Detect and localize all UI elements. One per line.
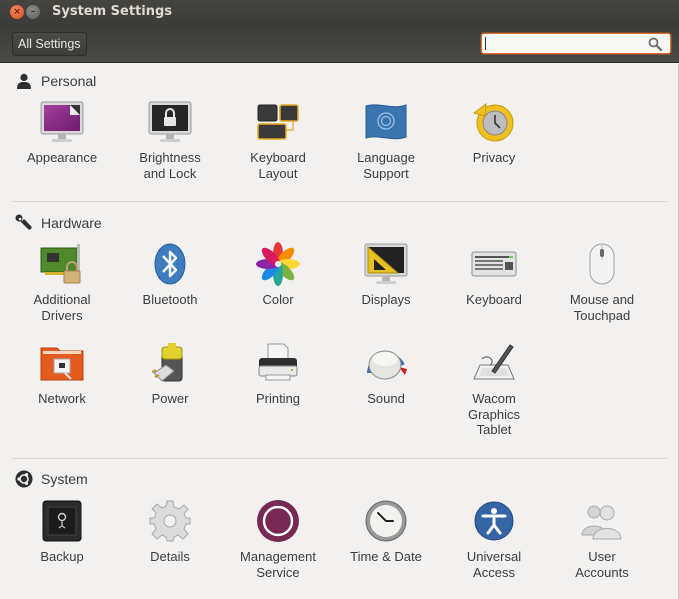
gear-icon xyxy=(146,497,194,545)
settings-item-user-accounts[interactable]: User Accounts xyxy=(548,497,656,580)
settings-item-label: Backup xyxy=(40,549,84,564)
displays-icon xyxy=(362,240,410,288)
settings-item-bluetooth[interactable]: Bluetooth xyxy=(116,240,224,308)
settings-item-label: Sound xyxy=(367,391,405,406)
settings-item-mouse-touchpad[interactable]: Mouse and Touchpad xyxy=(548,240,656,323)
settings-item-sound[interactable]: Sound xyxy=(332,339,440,407)
close-window-button[interactable]: × xyxy=(10,5,24,19)
settings-item-backup[interactable]: Backup xyxy=(8,497,116,565)
settings-item-keyboard[interactable]: Keyboard xyxy=(440,240,548,308)
settings-item-power[interactable]: Power xyxy=(116,339,224,407)
settings-item-label: Printing xyxy=(255,391,301,406)
users-icon xyxy=(578,497,626,545)
text-caret xyxy=(485,37,486,50)
settings-item-label: Brightness and Lock xyxy=(139,150,201,181)
settings-item-label: Management Service xyxy=(240,549,316,580)
section-title: Personal xyxy=(41,73,97,89)
settings-item-label: Details xyxy=(150,549,190,564)
minimize-window-button[interactable]: – xyxy=(26,5,40,19)
settings-item-label: Privacy xyxy=(472,150,516,165)
search-box[interactable] xyxy=(481,33,671,55)
title-bar: × – System Settings xyxy=(0,0,679,25)
settings-content: Personal Appearance Brightness and Lock … xyxy=(0,64,679,599)
settings-item-label: Time & Date xyxy=(350,549,422,564)
section-divider xyxy=(12,458,667,459)
section-header-personal: Personal xyxy=(15,72,96,90)
section-header-system: System xyxy=(15,470,88,488)
mouse-icon xyxy=(578,240,626,288)
appearance-icon xyxy=(38,98,86,146)
settings-item-label: Keyboard xyxy=(466,292,522,307)
settings-item-management-service[interactable]: Management Service xyxy=(224,497,332,580)
settings-item-label: Network xyxy=(38,391,86,406)
wrench-icon xyxy=(15,214,33,232)
settings-item-wacom[interactable]: Wacom Graphics Tablet xyxy=(440,339,548,438)
keyboard-icon xyxy=(470,240,518,288)
ubuntu-logo-icon xyxy=(15,470,33,488)
network-folder-icon xyxy=(38,339,86,387)
settings-item-color[interactable]: Color xyxy=(224,240,332,308)
privacy-icon xyxy=(470,98,518,146)
search-input[interactable] xyxy=(482,35,642,55)
settings-item-appearance[interactable]: Appearance xyxy=(8,98,116,166)
settings-item-additional-drivers[interactable]: Additional Drivers xyxy=(8,240,116,323)
clock-icon xyxy=(362,497,410,545)
tablet-pen-icon xyxy=(470,339,518,387)
settings-item-privacy[interactable]: Privacy xyxy=(440,98,548,166)
search-icon[interactable] xyxy=(648,37,662,51)
settings-item-label: Additional Drivers xyxy=(33,292,91,323)
section-title: Hardware xyxy=(41,215,102,231)
keyboard-layout-icon xyxy=(254,98,302,146)
settings-item-printing[interactable]: Printing xyxy=(224,339,332,407)
settings-item-label: Bluetooth xyxy=(142,292,198,307)
settings-item-label: Displays xyxy=(361,292,411,307)
settings-item-label: Language Support xyxy=(357,150,415,181)
section-header-hardware: Hardware xyxy=(15,214,102,232)
bluetooth-icon xyxy=(146,240,194,288)
toolbar: All Settings xyxy=(0,25,679,63)
settings-item-label: Power xyxy=(151,391,189,406)
settings-item-label: Wacom Graphics Tablet xyxy=(467,391,521,437)
printer-icon xyxy=(254,339,302,387)
safe-icon xyxy=(38,497,86,545)
settings-item-time-date[interactable]: Time & Date xyxy=(332,497,440,565)
settings-item-details[interactable]: Details xyxy=(116,497,224,565)
accessibility-icon xyxy=(470,497,518,545)
close-icon: × xyxy=(13,7,21,17)
window-title: System Settings xyxy=(52,4,173,19)
minimize-icon: – xyxy=(30,7,36,17)
settings-item-label: Appearance xyxy=(26,150,98,165)
person-icon xyxy=(15,72,33,90)
section-divider xyxy=(12,201,667,202)
settings-item-displays[interactable]: Displays xyxy=(332,240,440,308)
language-flag-icon xyxy=(362,98,410,146)
settings-item-brightness-lock[interactable]: Brightness and Lock xyxy=(116,98,224,181)
settings-item-keyboard-layout[interactable]: Keyboard Layout xyxy=(224,98,332,181)
settings-item-universal-access[interactable]: Universal Access xyxy=(440,497,548,580)
battery-plug-icon xyxy=(146,339,194,387)
settings-item-label: Keyboard Layout xyxy=(250,150,306,181)
settings-item-label: Color xyxy=(262,292,294,307)
settings-item-label: Mouse and Touchpad xyxy=(569,292,635,323)
settings-item-network[interactable]: Network xyxy=(8,339,116,407)
settings-item-language-support[interactable]: Language Support xyxy=(332,98,440,181)
settings-item-label: Universal Access xyxy=(466,549,522,580)
all-settings-button[interactable]: All Settings xyxy=(12,32,87,56)
settings-item-label: User Accounts xyxy=(575,549,629,580)
brightness-lock-icon xyxy=(146,98,194,146)
color-flower-icon xyxy=(254,240,302,288)
section-title: System xyxy=(41,471,88,487)
volume-knob-icon xyxy=(362,339,410,387)
management-ring-icon xyxy=(254,497,302,545)
drivers-card-icon xyxy=(38,240,86,288)
